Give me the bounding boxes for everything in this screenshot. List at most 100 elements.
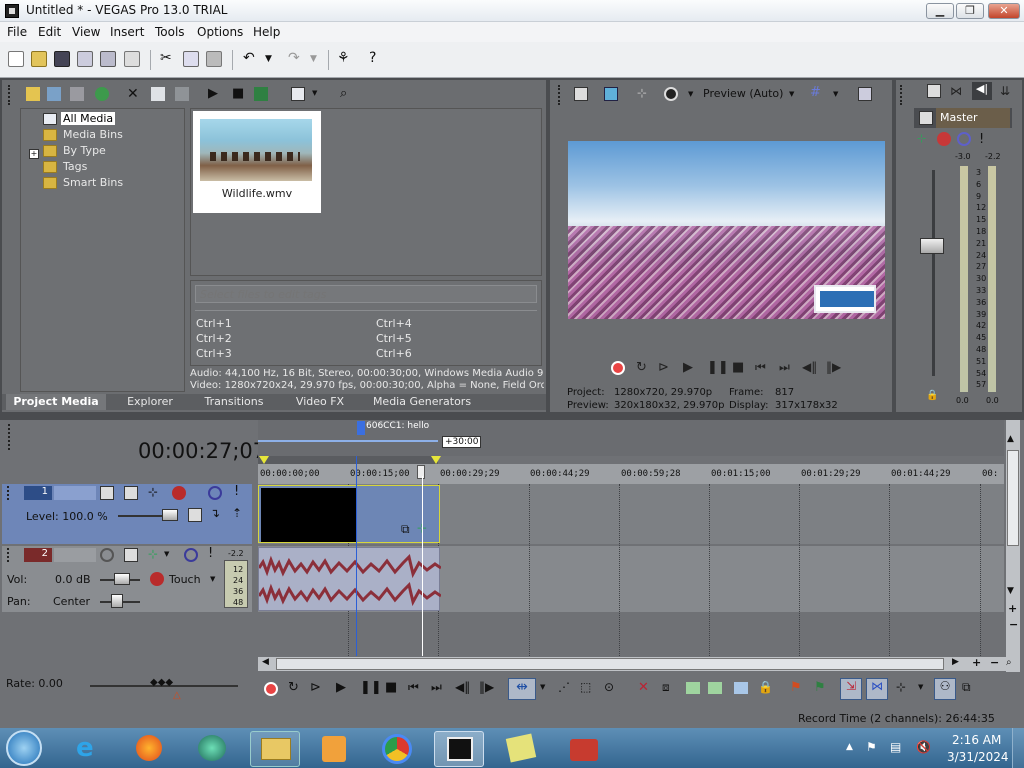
get-media-web-icon[interactable] [95,87,109,101]
auto-ripple-icon[interactable]: ⇲ [840,678,862,700]
views-icon[interactable] [291,87,305,101]
mono-icon[interactable]: ⇊ [1000,84,1014,98]
arm-record-icon[interactable] [100,548,114,562]
tree-all-media[interactable]: All Media [61,112,116,125]
menu-tools[interactable]: Tools [155,25,185,39]
tab-media-generators[interactable]: Media Generators [366,394,478,410]
tab-explorer[interactable]: Explorer [110,394,190,410]
play-preview-icon[interactable]: ▶ [208,86,222,101]
zoom-tool-timeline-icon[interactable]: ⊙ [604,680,618,694]
zoom-tool-icon[interactable]: ⌕ [1006,657,1012,668]
zoom-in-horizontal-icon[interactable]: + [972,656,981,669]
mixer-properties-icon[interactable] [927,84,941,98]
snapping-dropdown-icon[interactable]: ▼ [918,683,932,697]
master-mute-icon[interactable] [957,132,971,146]
timeline-pause-icon[interactable]: ❚❚ [360,680,382,695]
video-track-name[interactable] [54,486,96,500]
delete-icon[interactable]: ✕ [638,680,652,695]
save-icon[interactable] [54,51,70,67]
scroll-down-icon[interactable]: ▼ [1007,586,1014,596]
undo-dropdown-icon[interactable]: ▼ [265,51,281,67]
pan-crop-icon[interactable]: ⧉ [401,522,410,537]
taskbar-vegas-pro[interactable] [434,731,484,767]
video-output-fx-icon[interactable] [664,87,678,101]
level-slider-handle[interactable] [162,509,178,521]
scroll-up-icon[interactable]: ▲ [1007,434,1014,444]
loop-region[interactable] [258,456,438,464]
maximize-button[interactable]: ❐ [956,3,984,19]
zoom-out-horizontal-icon[interactable]: − [990,656,999,669]
go-to-start-icon[interactable]: ⏮ [755,360,769,374]
import-media-icon[interactable] [26,87,40,101]
video-clip[interactable]: ⧉ ⊹ [258,485,440,543]
dim-output-icon[interactable]: ◀| [972,82,992,100]
loop-playback-icon[interactable]: ↻ [636,360,650,375]
overlays-icon[interactable]: # [810,85,824,100]
master-fx-icon[interactable] [919,111,933,125]
audio-insert-icon[interactable]: ⊹ [148,547,162,561]
ignore-grouping-icon[interactable]: ⧉ [962,680,976,694]
automation-icon[interactable] [150,572,164,586]
selection-tool-icon[interactable]: ⬚ [580,680,594,694]
scroll-left-icon[interactable]: ◀ [262,657,269,667]
media-thumbnail-item[interactable]: Wildlife.wmv [193,111,321,213]
taskbar-chrome[interactable] [372,731,422,767]
tag-shortcut[interactable]: Ctrl+4 [376,317,412,330]
copy-icon[interactable] [183,51,199,67]
show-hidden-icons[interactable]: ▲ [846,742,853,752]
marker-flag[interactable] [357,421,365,435]
cut-icon[interactable]: ✂ [160,51,176,67]
taskbar-toolbox[interactable] [558,731,608,767]
paste-icon[interactable] [206,51,222,67]
preview-quality-dropdown-icon[interactable]: ▼ [789,90,803,104]
menu-options[interactable]: Options [197,25,243,39]
loop-start-handle[interactable] [259,456,269,464]
whats-this-help-icon[interactable]: ? [369,51,385,67]
tab-transitions[interactable]: Transitions [194,394,274,410]
auto-crossfades-icon[interactable]: ⋈ [866,678,888,700]
timeline-play-icon[interactable]: ▶ [336,680,350,695]
render-icon[interactable] [100,51,116,67]
menu-file[interactable]: File [7,25,27,39]
audio-track-name[interactable] [54,548,96,562]
tree-by-type[interactable]: By Type [63,144,106,157]
tab-video-fx[interactable]: Video FX [280,394,360,410]
close-button[interactable]: ✕ [988,3,1020,19]
pan-slider-handle[interactable] [111,594,123,608]
pause-icon[interactable]: ❚❚ [707,360,729,375]
tree-tags[interactable]: Tags [63,160,87,173]
envelope-tool-icon[interactable]: ⋰ [558,680,572,694]
automation-mode[interactable]: Touch [169,573,201,586]
master-fx-chain-icon[interactable] [937,132,951,146]
timeline-go-start-icon[interactable]: ⏮ [408,680,422,694]
tags-input[interactable] [195,285,537,303]
split-icon[interactable] [734,682,748,694]
timeline-stop-icon[interactable]: ■ [385,680,399,695]
marker-label[interactable]: 606CC1: hello [366,421,429,431]
expand-by-type-icon[interactable]: + [29,149,39,159]
taskbar-file-explorer[interactable] [250,731,300,767]
master-arm-icon[interactable]: ! [979,132,993,147]
stop-icon[interactable]: ■ [732,360,746,375]
taskbar-app[interactable] [186,731,236,767]
track-fx-chain-icon[interactable] [172,486,186,500]
taskbar-sticky-notes[interactable] [496,731,546,767]
media-properties-icon[interactable] [151,87,165,101]
solo-icon[interactable]: ! [234,484,248,499]
move-down-icon[interactable]: ↴ [210,506,224,520]
mute-icon[interactable] [208,486,222,500]
move-up-icon[interactable]: ⇡ [232,506,246,520]
play-from-start-icon[interactable]: ⊳ [658,360,672,375]
open-icon[interactable] [31,51,47,67]
vol-slider-handle[interactable] [114,573,130,585]
vertical-scroll-thumb[interactable] [1007,450,1019,546]
audio-insert-dropdown-icon[interactable]: ▼ [164,550,178,564]
timeline-go-end-icon[interactable]: ⏭ [431,680,445,694]
timeline-next-frame-icon[interactable]: ‖▶ [479,680,494,694]
scroll-right-icon[interactable]: ▶ [952,657,959,667]
edit-tool-dropdown-icon[interactable]: ▼ [540,683,554,697]
auto-preview-icon[interactable] [254,87,268,101]
taskbar-media-player[interactable] [310,731,360,767]
tag-shortcut[interactable]: Ctrl+2 [196,332,232,345]
minimize-button[interactable]: ▁ [926,3,954,19]
